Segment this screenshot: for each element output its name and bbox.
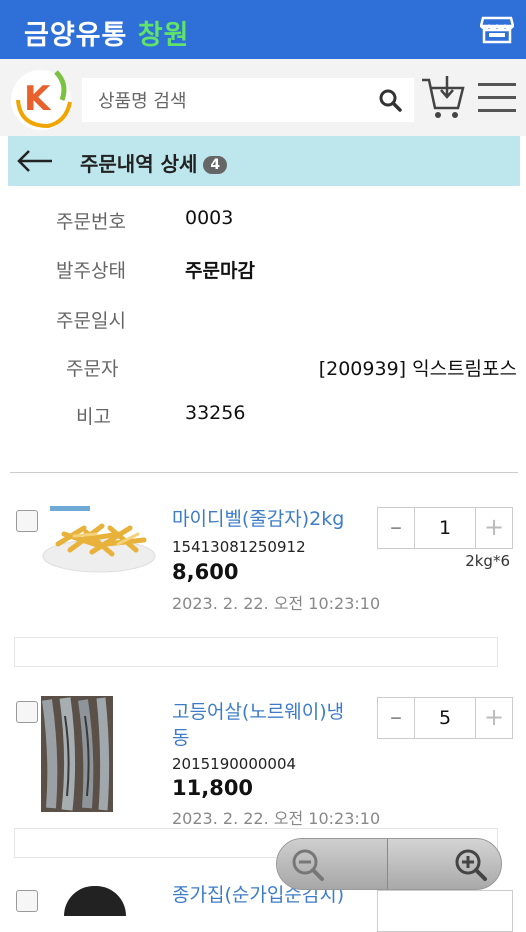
order-status-label: 발주상태 bbox=[56, 260, 126, 282]
page-title: 주문내역 상세 4 bbox=[80, 148, 228, 177]
page-header: 주문내역 상세 4 bbox=[8, 136, 520, 186]
product-image-mackerel bbox=[41, 696, 113, 812]
menu-line bbox=[478, 109, 516, 112]
logo-icon[interactable]: K bbox=[8, 66, 74, 132]
item-checkbox[interactable] bbox=[16, 890, 38, 912]
menu-line bbox=[478, 96, 516, 99]
product-image-fries bbox=[42, 506, 156, 573]
search-field bbox=[82, 78, 414, 124]
item-checkbox[interactable] bbox=[16, 701, 38, 723]
zoom-out-button[interactable] bbox=[277, 839, 388, 889]
product-code: 2015190000004 bbox=[172, 755, 297, 773]
product-name-link[interactable]: 마이디벨(줄감자)2kg bbox=[172, 506, 344, 532]
increase-button[interactable]: + bbox=[475, 698, 512, 738]
menu-line bbox=[478, 83, 516, 86]
cart-icon[interactable] bbox=[420, 74, 466, 122]
product-price: 8,600 bbox=[172, 560, 239, 584]
increase-button[interactable]: + bbox=[475, 508, 512, 548]
decrease-button[interactable]: – bbox=[378, 698, 415, 738]
app-title-main: 금양유통 bbox=[24, 20, 128, 51]
count-badge: 4 bbox=[203, 156, 228, 174]
app-title-highlight: 창원 bbox=[137, 20, 190, 51]
store-icon[interactable] bbox=[480, 14, 514, 44]
quantity-stepper: – 5 + bbox=[377, 697, 513, 739]
order-timestamp: 2023. 2. 22. 오전 10:23:10 bbox=[172, 809, 381, 828]
product-name-line1: 고등어살(노르웨이)냉 bbox=[172, 701, 345, 723]
orderer-value: [200939] 익스트림포스 bbox=[318, 358, 517, 380]
zoom-in-button[interactable] bbox=[388, 839, 501, 889]
product-code: 15413081250912 bbox=[172, 538, 306, 556]
item-checkbox[interactable] bbox=[16, 510, 38, 532]
product-name-line2: 동 bbox=[172, 727, 190, 749]
menu-icon[interactable] bbox=[478, 83, 516, 113]
product-image-kimchi bbox=[64, 886, 126, 916]
product-name-link[interactable]: 고등어살(노르웨이)냉 동 bbox=[172, 699, 344, 751]
app-bar: 금양유통 창원 bbox=[0, 0, 526, 59]
note-value: 33256 bbox=[185, 402, 246, 424]
search-icon[interactable] bbox=[378, 88, 402, 112]
zoom-control bbox=[276, 838, 502, 890]
svg-text:K: K bbox=[24, 79, 52, 119]
item-note-field[interactable] bbox=[14, 637, 498, 667]
quantity-input[interactable]: 5 bbox=[415, 698, 475, 738]
zoom-out-icon bbox=[292, 849, 324, 881]
zoom-in-icon bbox=[455, 849, 487, 881]
order-status-value: 주문마감 bbox=[185, 260, 255, 282]
unit-spec: 2kg*6 bbox=[465, 552, 510, 570]
order-number-value: 0003 bbox=[185, 207, 234, 229]
product-price: 11,800 bbox=[172, 776, 254, 800]
divider bbox=[10, 472, 518, 473]
order-timestamp: 2023. 2. 22. 오전 10:23:10 bbox=[172, 594, 381, 613]
order-number-label: 주문번호 bbox=[56, 211, 126, 233]
note-label: 비고 bbox=[76, 406, 111, 428]
page-title-text: 주문내역 상세 bbox=[80, 152, 198, 176]
orderer-label: 주문자 bbox=[66, 358, 119, 380]
order-date-label: 주문일시 bbox=[56, 310, 126, 332]
quantity-input[interactable]: 1 bbox=[415, 508, 475, 548]
back-arrow-icon[interactable] bbox=[16, 148, 54, 174]
quantity-stepper: – 1 + bbox=[377, 507, 513, 549]
search-input[interactable] bbox=[82, 78, 380, 124]
decrease-button[interactable]: – bbox=[378, 508, 415, 548]
app-title: 금양유통 창원 bbox=[24, 13, 189, 52]
quantity-stepper bbox=[377, 890, 513, 932]
